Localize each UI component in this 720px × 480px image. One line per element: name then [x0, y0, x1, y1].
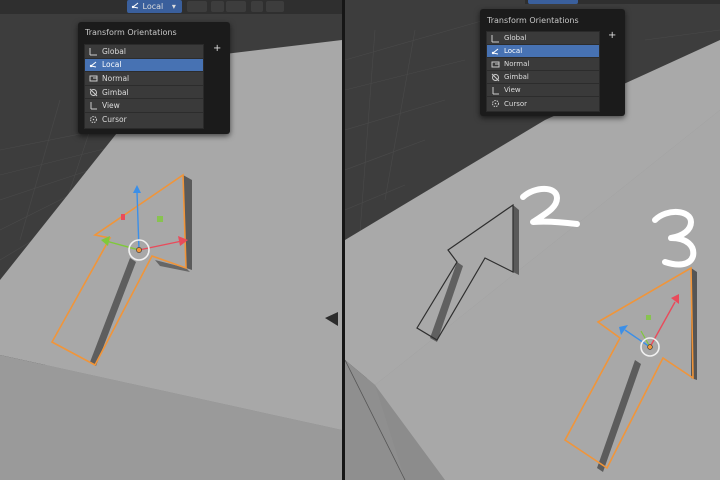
orientation-item-gimbal[interactable]: Gimbal [487, 71, 599, 84]
orientation-item-view[interactable]: View [85, 99, 203, 113]
orientation-label: Cursor [102, 115, 127, 125]
falloff-icon[interactable] [266, 1, 284, 12]
gimbal-orientation-icon [490, 72, 500, 82]
orientation-item-normal[interactable]: Normal [487, 58, 599, 71]
x-plane-handle[interactable] [121, 214, 125, 220]
proportional-edit-icon[interactable] [251, 1, 263, 12]
local-orientation-icon [490, 46, 500, 56]
gimbal-orientation-icon [88, 87, 98, 97]
orientation-list: Global Local Normal Gimbal View Cursor [486, 31, 600, 112]
orientation-item-cursor[interactable]: Cursor [85, 113, 203, 127]
viewport-left[interactable]: Local ▾ Transform Orientations + Global … [0, 0, 342, 480]
normal-orientation-icon [490, 59, 500, 69]
orientation-label: Normal [504, 60, 530, 68]
orientation-label: Global [504, 34, 527, 42]
add-orientation-button[interactable]: + [608, 30, 616, 41]
screenshot-root: Local ▾ Transform Orientations + Global … [0, 0, 720, 480]
orientation-item-gimbal[interactable]: Gimbal [85, 86, 203, 100]
cursor-orientation-icon [88, 115, 98, 125]
transform-orientation-button[interactable] [528, 0, 578, 4]
arrow-ghost-side-face [513, 205, 519, 275]
cursor-orientation-icon [490, 99, 500, 109]
snap-options-icon[interactable] [226, 1, 246, 12]
global-orientation-icon [490, 33, 500, 43]
chevron-down-icon: ▾ [171, 2, 176, 11]
menu-title: Transform Orientations [487, 16, 579, 25]
orientation-item-local[interactable]: Local [85, 58, 203, 73]
orientation-item-global[interactable]: Global [487, 32, 599, 45]
menu-title: Transform Orientations [85, 28, 177, 37]
y-plane-handle[interactable] [646, 315, 651, 320]
orientation-item-view[interactable]: View [487, 84, 599, 97]
view-orientation-icon [88, 101, 98, 111]
orientation-item-global[interactable]: Global [85, 45, 203, 59]
transform-orientation-button[interactable]: Local ▾ [127, 0, 182, 13]
orientation-label: Gimbal [504, 73, 529, 81]
global-orientation-icon [88, 46, 98, 56]
local-orientation-icon [88, 60, 98, 70]
orientation-label: View [102, 101, 120, 111]
transform-orientations-menu: Transform Orientations + Global Local No… [480, 9, 625, 116]
pivot-point-icon[interactable] [187, 1, 207, 12]
orientation-label: Global [102, 46, 126, 56]
snap-toggle-icon[interactable] [211, 1, 224, 12]
normal-orientation-icon [88, 73, 98, 83]
orientation-item-normal[interactable]: Normal [85, 72, 203, 86]
transform-orientations-menu: Transform Orientations + Global Local No… [78, 22, 230, 134]
orientation-item-cursor[interactable]: Cursor [487, 97, 599, 110]
transform-orientation-value: Local [142, 2, 164, 11]
add-orientation-button[interactable]: + [213, 43, 221, 54]
y-plane-handle[interactable] [157, 216, 163, 222]
orientation-label: Normal [102, 73, 130, 83]
orientation-item-local[interactable]: Local [487, 45, 599, 58]
viewport-right[interactable]: 2 3 Transform Orientations + Global Loca… [345, 0, 720, 480]
orientation-list: Global Local Normal Gimbal View Cursor [84, 44, 204, 129]
orientation-label: Local [504, 47, 523, 55]
object-origin-dot [647, 344, 653, 350]
orientation-label: View [504, 86, 521, 94]
orientation-label: Gimbal [102, 87, 129, 97]
orientation-label: Local [102, 60, 122, 70]
view-orientation-icon [490, 85, 500, 95]
object-origin-dot [136, 247, 142, 253]
local-orientation-icon [131, 2, 139, 9]
orientation-label: Cursor [504, 99, 528, 108]
